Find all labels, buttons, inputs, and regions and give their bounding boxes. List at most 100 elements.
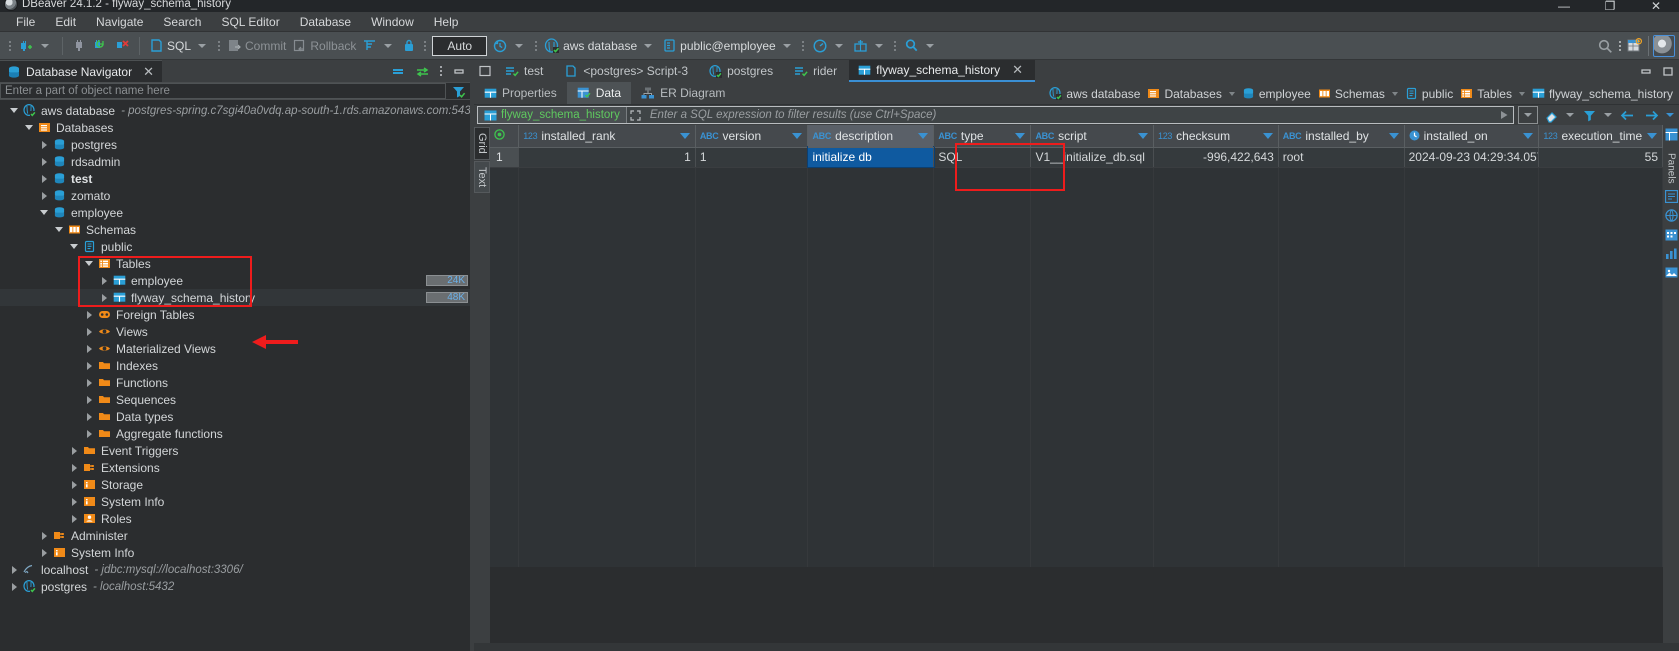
- grid-cell-execution_time[interactable]: 55: [1538, 147, 1663, 168]
- history-button[interactable]: [489, 35, 530, 57]
- active-connection-selector[interactable]: aws database: [541, 35, 659, 57]
- editor-minimize-icon[interactable]: [1639, 66, 1653, 77]
- menu-item-search[interactable]: Search: [153, 12, 211, 32]
- editor-tab-postgres-script-3[interactable]: <postgres> Script-3: [555, 60, 700, 82]
- row-number[interactable]: 1: [490, 147, 520, 168]
- breadcrumb-item-employee[interactable]: employee: [1240, 87, 1313, 101]
- tree-item-system-info-db[interactable]: System Info: [0, 493, 470, 510]
- breadcrumb-item-flyway-schema-history[interactable]: flyway_schema_history: [1530, 87, 1675, 101]
- expand-arrow-icon[interactable]: [83, 391, 95, 408]
- new-connection-button[interactable]: [15, 35, 56, 57]
- collapse-all-icon[interactable]: [391, 66, 406, 77]
- terminate-button[interactable]: [111, 35, 133, 57]
- grid-cell-checksum[interactable]: -996,422,643: [1153, 147, 1279, 168]
- chart-panel-icon[interactable]: [1665, 247, 1678, 260]
- collapse-arrow-icon[interactable]: [38, 204, 50, 221]
- filter-history-dropdown[interactable]: [1518, 106, 1538, 124]
- search-magnifier-icon[interactable]: [1597, 38, 1614, 55]
- grid-column-header-script[interactable]: ABC script: [1030, 125, 1155, 148]
- apply-filter-icon[interactable]: [1495, 109, 1513, 121]
- grid-cell-description[interactable]: initialize db: [806, 146, 935, 168]
- object-tab-data[interactable]: Data: [566, 82, 632, 104]
- tree-item-functions[interactable]: Functions: [0, 374, 470, 391]
- tree-item-employee-db[interactable]: employee: [0, 204, 470, 221]
- image-panel-icon[interactable]: [1665, 266, 1678, 279]
- breadcrumb-chevron-down-icon[interactable]: [1518, 91, 1525, 96]
- collapse-arrow-icon[interactable]: [23, 119, 35, 136]
- expand-arrow-icon[interactable]: [38, 170, 50, 187]
- grid-cell-installed_rank[interactable]: 1: [518, 147, 696, 168]
- tree-item-rdsadmin[interactable]: rdsadmin: [0, 153, 470, 170]
- object-tab-properties[interactable]: Properties: [474, 82, 567, 104]
- expand-arrow-icon[interactable]: [68, 476, 80, 493]
- expand-arrow-icon[interactable]: [38, 527, 50, 544]
- expand-arrow-icon[interactable]: [38, 136, 50, 153]
- editor-maximize-icon[interactable]: [1661, 66, 1675, 77]
- grid-column-header-description[interactable]: ABC description: [807, 125, 935, 148]
- expand-arrow-icon[interactable]: [68, 510, 80, 527]
- tree-item-tables[interactable]: Tables: [0, 255, 470, 272]
- expand-arrow-icon[interactable]: [83, 425, 95, 442]
- collapse-arrow-icon[interactable]: [53, 221, 65, 238]
- tree-item-storage[interactable]: Storage: [0, 476, 470, 493]
- breadcrumb-item-tables[interactable]: Tables: [1458, 87, 1514, 101]
- disconnect-button[interactable]: [69, 35, 89, 57]
- column-filter-chevron-down-icon[interactable]: [1015, 132, 1026, 139]
- globe-icon[interactable]: [1664, 208, 1678, 222]
- tree-item-table-employee[interactable]: employee 24K: [0, 272, 470, 289]
- column-filter-chevron-down-icon[interactable]: [1262, 132, 1273, 139]
- grid-column-header-installed_on[interactable]: installed_on: [1404, 125, 1540, 148]
- editor-restore-icon[interactable]: [474, 60, 496, 82]
- editor-tab-test[interactable]: test: [496, 60, 555, 82]
- column-filter-chevron-down-icon[interactable]: [918, 132, 929, 139]
- expand-arrow-icon[interactable]: [83, 340, 95, 357]
- commit-button[interactable]: Commit: [224, 35, 289, 57]
- grid-panel-icon[interactable]: [1665, 128, 1678, 141]
- editor-tab-postgres[interactable]: postgres: [700, 60, 785, 82]
- tree-item-postgres[interactable]: postgres: [0, 136, 470, 153]
- perspective-menu-icon[interactable]: [1618, 39, 1622, 53]
- expand-filter-icon[interactable]: [627, 109, 645, 122]
- column-filter-chevron-down-icon[interactable]: [1523, 132, 1534, 139]
- menu-item-file[interactable]: File: [6, 12, 45, 32]
- expand-arrow-icon[interactable]: [38, 187, 50, 204]
- tree-item-aws-database[interactable]: aws database - postgres-spring.c7sgi40a0v…: [0, 102, 470, 119]
- navigate-back-button[interactable]: [1616, 106, 1638, 124]
- minimize-button[interactable]: —: [1541, 0, 1587, 16]
- tree-item-public[interactable]: public: [0, 238, 470, 255]
- collapse-arrow-icon[interactable]: [8, 102, 20, 119]
- tree-item-databases[interactable]: Databases: [0, 119, 470, 136]
- grid-cell-type[interactable]: SQL: [933, 147, 1032, 168]
- navigator-menu-icon[interactable]: [439, 64, 443, 78]
- tree-item-test[interactable]: test: [0, 170, 470, 187]
- breadcrumb-item-aws-database[interactable]: aws database: [1047, 87, 1142, 101]
- menu-item-sql-editor[interactable]: SQL Editor: [211, 12, 289, 32]
- tree-item-indexes[interactable]: Indexes: [0, 357, 470, 374]
- value-panel-icon[interactable]: [1664, 189, 1678, 203]
- expand-arrow-icon[interactable]: [68, 493, 80, 510]
- performance-button[interactable]: [809, 35, 850, 57]
- grid-cell-script[interactable]: V1__initialize_db.sql: [1030, 147, 1155, 168]
- result-filter-box[interactable]: flyway_schema_history Enter a SQL expres…: [477, 106, 1514, 124]
- expand-arrow-icon[interactable]: [83, 374, 95, 391]
- tree-item-sequences[interactable]: Sequences: [0, 391, 470, 408]
- grid-cell-version[interactable]: 1: [695, 147, 809, 168]
- tree-item-administer[interactable]: Administer: [0, 527, 470, 544]
- tree-item-extensions[interactable]: Extensions: [0, 459, 470, 476]
- toolbar-drag-handle[interactable]: [7, 37, 12, 55]
- tree-item-aggregate-functions[interactable]: Aggregate functions: [0, 425, 470, 442]
- editor-tab-flyway-schema-history[interactable]: flyway_schema_history ✕: [849, 60, 1036, 82]
- expand-arrow-icon[interactable]: [8, 561, 20, 578]
- result-more-dropdown[interactable]: [1664, 106, 1676, 124]
- clear-filter-dropdown[interactable]: [1564, 106, 1576, 124]
- calendar-panel-icon[interactable]: [1665, 228, 1678, 241]
- tree-item-schemas[interactable]: Schemas: [0, 221, 470, 238]
- navigate-forward-button[interactable]: [1640, 106, 1662, 124]
- expand-arrow-icon[interactable]: [83, 323, 95, 340]
- refresh-connection-button[interactable]: [89, 35, 111, 57]
- close-button[interactable]: ✕: [1633, 0, 1679, 16]
- expand-arrow-icon[interactable]: [38, 544, 50, 561]
- minimize-panel-icon[interactable]: [452, 66, 466, 77]
- filter-settings-icon[interactable]: [446, 84, 470, 99]
- filter-dropdown[interactable]: [1602, 106, 1614, 124]
